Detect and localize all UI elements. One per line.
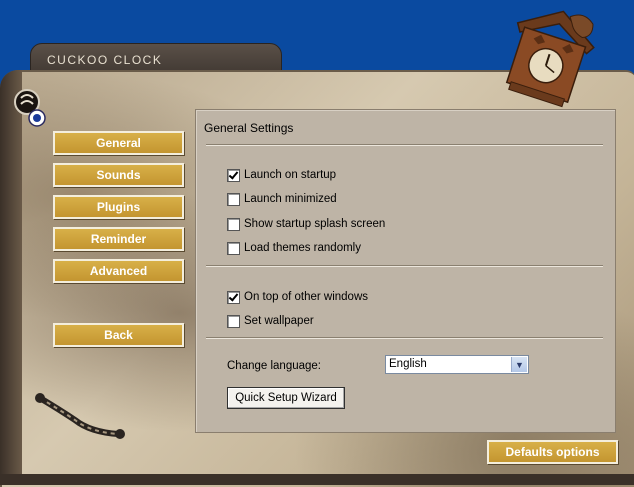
load-themes-checkbox[interactable] [227,241,240,255]
chain-decoration [35,393,125,439]
language-value: English [389,358,427,370]
launch-on-startup-checkbox[interactable] [227,168,240,182]
divider [206,337,603,339]
sidebar-item-sounds[interactable]: Sounds [53,163,184,187]
sidebar-item-reminder[interactable]: Reminder [53,227,184,251]
launch-on-startup-option[interactable]: Launch on startup [227,167,336,183]
on-top-label: On top of other windows [244,291,369,303]
load-themes-label: Load themes randomly [244,242,361,254]
divider [206,144,603,146]
quick-setup-wizard-button[interactable]: Quick Setup Wizard [227,387,345,409]
cuckoo-clock-icon [505,10,595,108]
launch-minimized-checkbox[interactable] [227,192,240,206]
language-select[interactable]: English ▼ [385,355,529,374]
back-button[interactable]: Back [53,323,184,347]
set-wallpaper-label: Set wallpaper [244,315,314,327]
sidebar-item-plugins[interactable]: Plugins [53,195,184,219]
on-top-checkbox[interactable] [227,290,240,304]
language-label: Change language: [227,360,321,372]
general-settings-panel: General Settings Launch on startup Launc… [195,109,616,433]
divider [206,265,603,267]
launch-minimized-label: Launch minimized [244,193,337,205]
splash-screen-label: Show startup splash screen [244,218,386,230]
app-title: CUCKOO CLOCK [47,53,163,67]
set-wallpaper-checkbox[interactable] [227,314,240,328]
settings-title: General Settings [204,121,294,135]
cuckoo-logo-icon [14,89,46,127]
sidebar-item-general[interactable]: General [53,131,184,155]
launch-minimized-option[interactable]: Launch minimized [227,191,337,207]
set-wallpaper-option[interactable]: Set wallpaper [227,313,314,329]
load-themes-option[interactable]: Load themes randomly [227,240,361,256]
defaults-options-button[interactable]: Defaults options [487,440,618,464]
on-top-option[interactable]: On top of other windows [227,289,368,305]
panel-edge [0,70,22,485]
splash-screen-checkbox[interactable] [227,217,240,231]
chevron-down-icon[interactable]: ▼ [511,357,527,372]
splash-screen-option[interactable]: Show startup splash screen [227,216,385,232]
launch-on-startup-label: Launch on startup [244,169,337,181]
sidebar-item-advanced[interactable]: Advanced [53,259,184,283]
panel-bottom-edge [0,474,634,485]
